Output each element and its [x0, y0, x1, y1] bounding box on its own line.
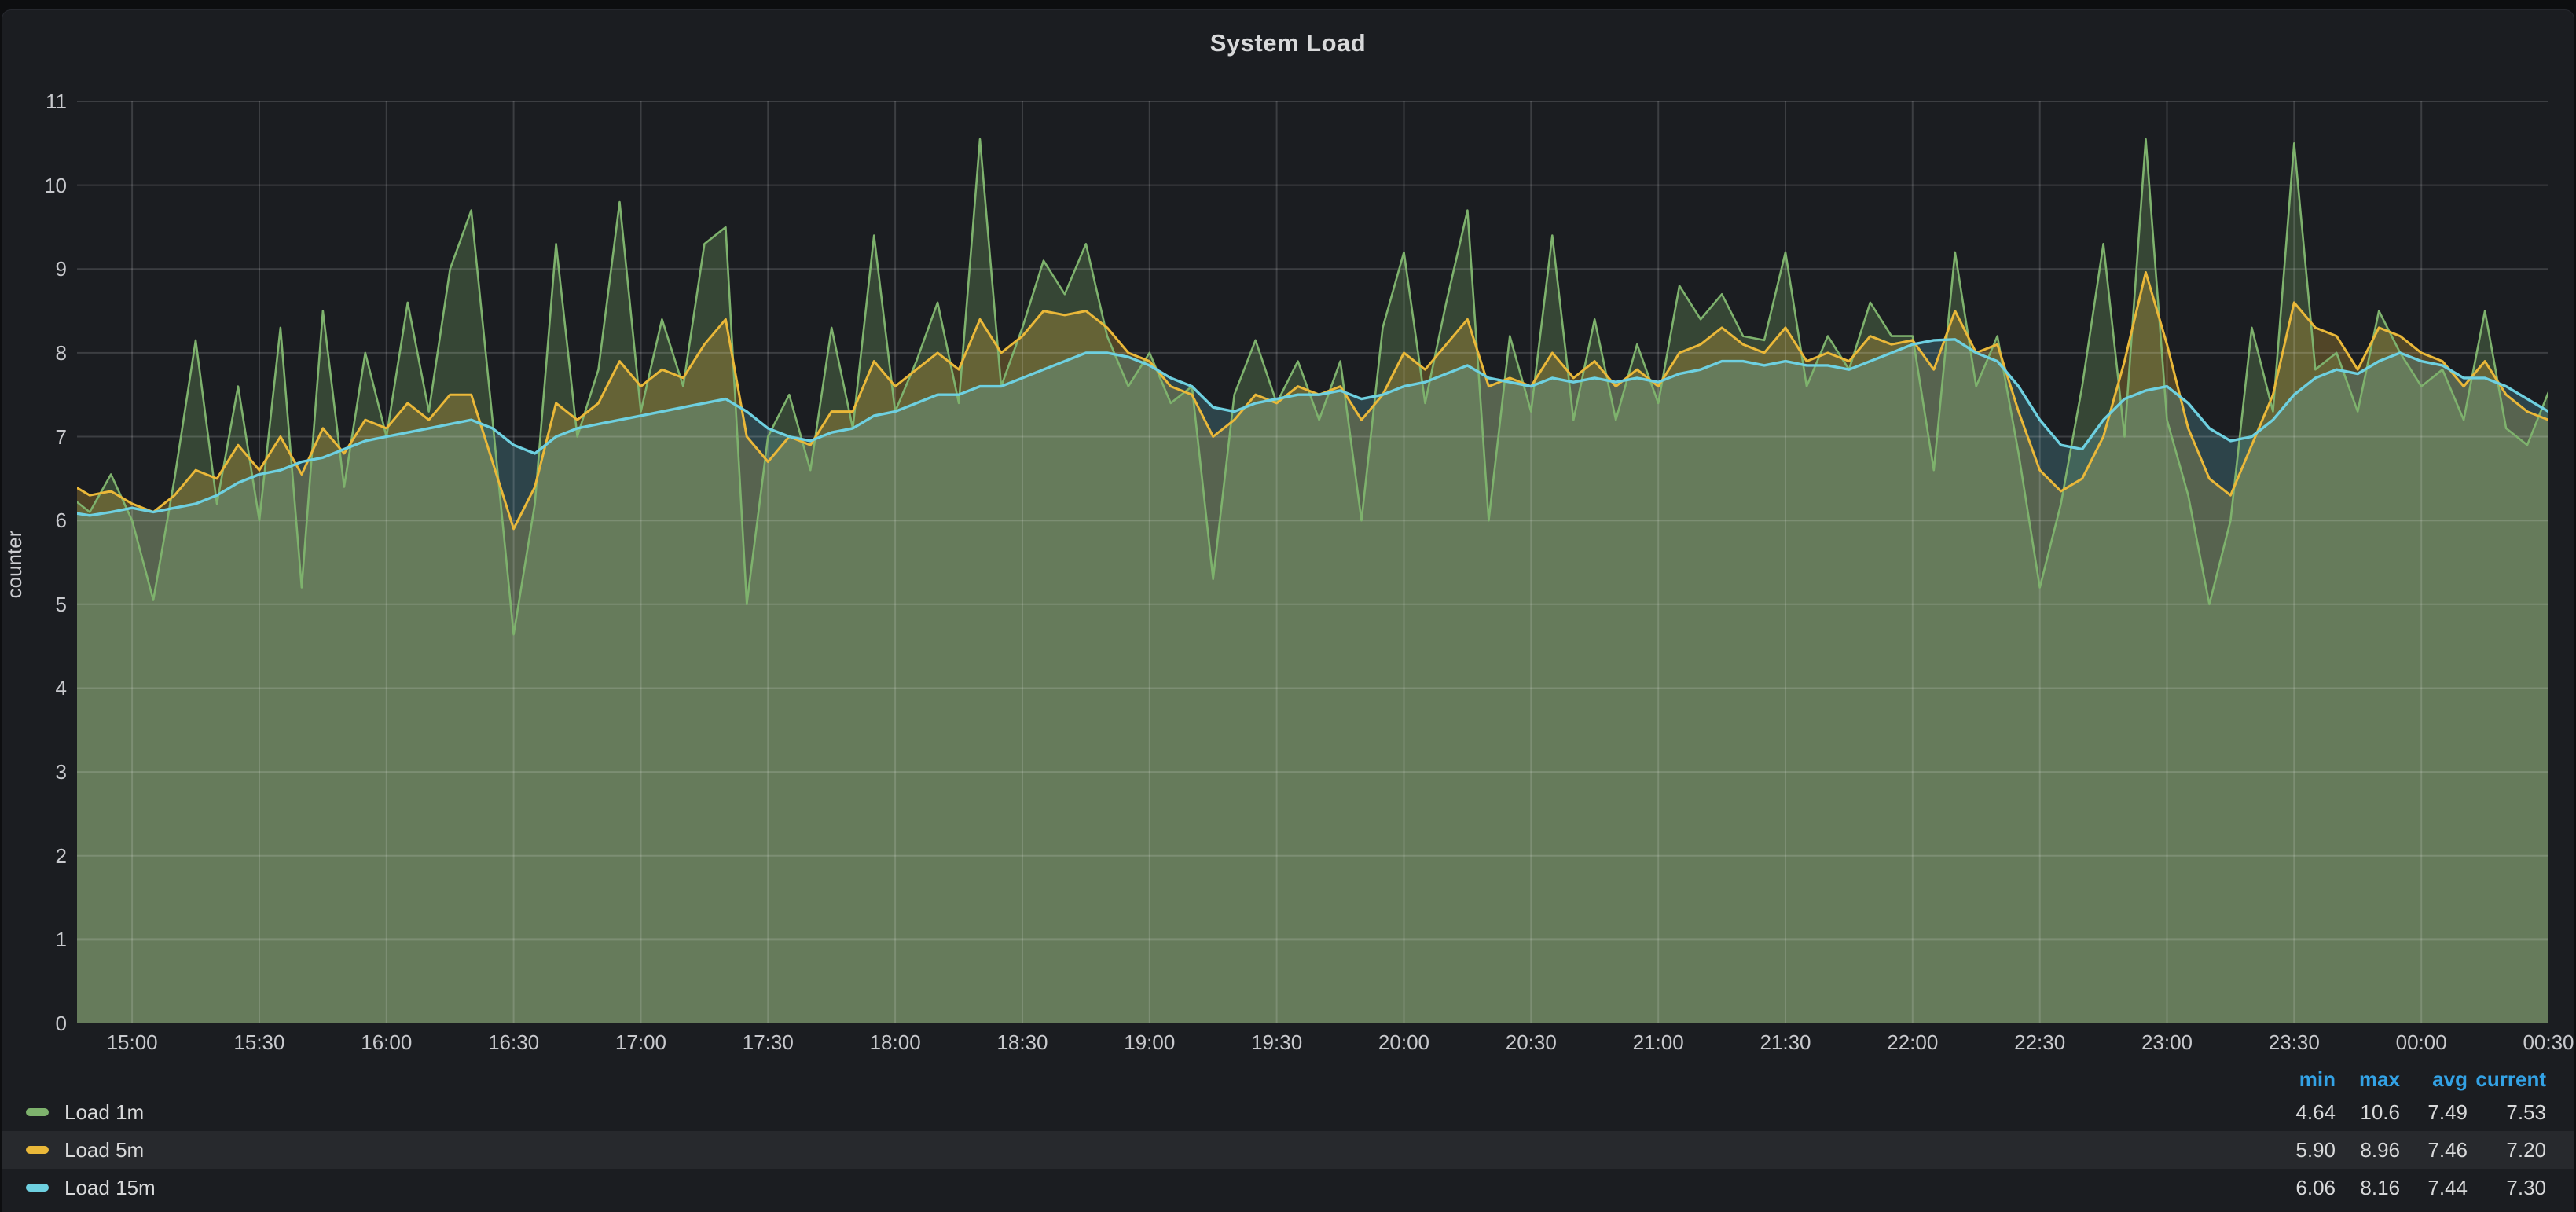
x-tick-label: 17:00: [585, 1030, 695, 1055]
y-tick-label: 11: [2, 89, 67, 114]
x-tick-label: 20:00: [1349, 1030, 1459, 1055]
x-tick-label: 23:00: [2112, 1030, 2222, 1055]
chart-svg[interactable]: [77, 101, 2548, 1023]
legend-series-toggle[interactable]: Load 1m: [26, 1100, 2263, 1125]
y-tick-label: 9: [2, 256, 67, 281]
x-tick-label: 19:30: [1222, 1030, 1332, 1055]
stat-avg: 7.44: [2400, 1176, 2468, 1200]
legend-series-toggle[interactable]: Load 15m: [26, 1176, 2263, 1200]
stat-current: 7.53: [2468, 1100, 2546, 1125]
y-tick-label: 4: [2, 675, 67, 700]
legend-sort-max[interactable]: max: [2336, 1067, 2400, 1092]
y-tick-label: 1: [2, 927, 67, 952]
x-tick-label: 18:30: [967, 1030, 1077, 1055]
series-color-swatch-blue: [26, 1184, 49, 1192]
legend-row-load-15m[interactable]: Load 15m 6.06 8.16 7.44 7.30: [2, 1169, 2574, 1206]
stat-max: 8.16: [2336, 1176, 2400, 1200]
stat-max: 8.96: [2336, 1138, 2400, 1162]
x-tick-label: 16:00: [332, 1030, 442, 1055]
y-tick-label: 5: [2, 592, 67, 617]
stat-current: 7.30: [2468, 1176, 2546, 1200]
legend-row-load-5m[interactable]: Load 5m 5.90 8.96 7.46 7.20: [2, 1131, 2574, 1169]
legend: min max avg current Load 1m 4.64 10.6 7.…: [2, 1065, 2574, 1206]
stat-min: 4.64: [2263, 1100, 2336, 1125]
legend-series-toggle[interactable]: Load 5m: [26, 1138, 2263, 1162]
y-tick-label: 8: [2, 340, 67, 365]
stat-min: 5.90: [2263, 1138, 2336, 1162]
y-tick-label: 10: [2, 173, 67, 198]
y-axis: 01234567891011: [2, 101, 67, 1023]
plot-area[interactable]: [77, 101, 2548, 1023]
x-tick-label: 19:00: [1095, 1030, 1205, 1055]
x-tick-label: 00:00: [2366, 1030, 2476, 1055]
y-tick-label: 7: [2, 424, 67, 450]
stat-current: 7.20: [2468, 1138, 2546, 1162]
stat-max: 10.6: [2336, 1100, 2400, 1125]
x-tick-label: 18:00: [840, 1030, 950, 1055]
y-tick-label: 6: [2, 508, 67, 533]
y-tick-label: 2: [2, 843, 67, 869]
x-tick-label: 20:30: [1476, 1030, 1586, 1055]
legend-sort-current[interactable]: current: [2468, 1067, 2546, 1092]
series-label: Load 15m: [64, 1176, 156, 1200]
x-tick-label: 17:30: [713, 1030, 823, 1055]
x-tick-label: 22:30: [1985, 1030, 2095, 1055]
stat-min: 6.06: [2263, 1176, 2336, 1200]
stat-avg: 7.49: [2400, 1100, 2468, 1125]
legend-sort-min[interactable]: min: [2263, 1067, 2336, 1092]
series-color-swatch-green: [26, 1108, 49, 1116]
legend-header-row: min max avg current: [2, 1065, 2574, 1093]
x-tick-label: 15:30: [204, 1030, 314, 1055]
x-tick-label: 00:30: [2493, 1030, 2576, 1055]
series-label: Load 1m: [64, 1100, 144, 1125]
panel-title[interactable]: System Load: [2, 29, 2574, 57]
stat-avg: 7.46: [2400, 1138, 2468, 1162]
x-tick-label: 22:00: [1858, 1030, 1968, 1055]
x-tick-label: 21:00: [1603, 1030, 1713, 1055]
series-label: Load 5m: [64, 1138, 144, 1162]
x-tick-label: 23:30: [2239, 1030, 2349, 1055]
series-color-swatch-yellow: [26, 1146, 49, 1154]
grafana-panel-view: System Load counter 01234567891011 15:00…: [0, 0, 2576, 1212]
graph-panel: System Load counter 01234567891011 15:00…: [2, 9, 2574, 1212]
legend-row-load-1m[interactable]: Load 1m 4.64 10.6 7.49 7.53: [2, 1093, 2574, 1131]
y-tick-label: 3: [2, 759, 67, 784]
x-tick-label: 21:30: [1730, 1030, 1840, 1055]
x-tick-label: 15:00: [77, 1030, 187, 1055]
x-tick-label: 16:30: [459, 1030, 569, 1055]
y-tick-label: 0: [2, 1011, 67, 1036]
legend-sort-avg[interactable]: avg: [2400, 1067, 2468, 1092]
x-axis: 15:00 15:30 16:00 16:30 17:00 17:30 18:00 18:30…: [77, 1030, 2548, 1059]
